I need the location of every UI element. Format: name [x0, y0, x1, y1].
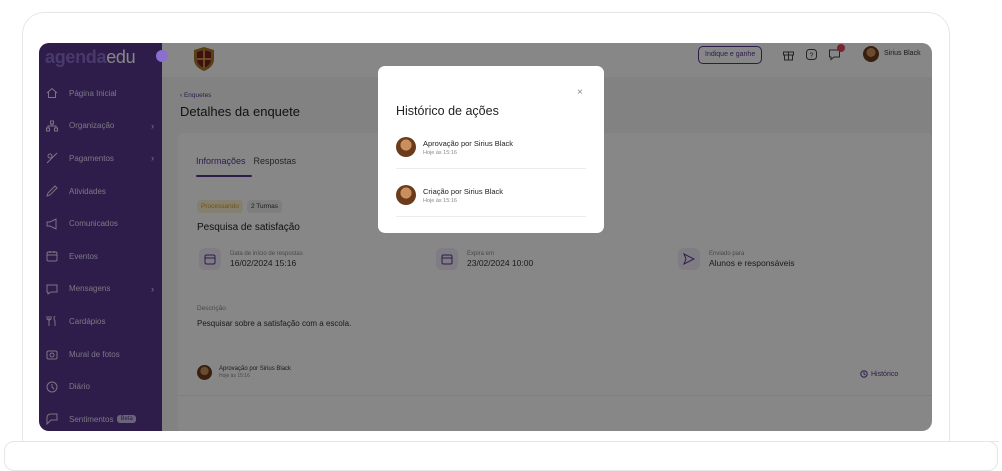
bottom-frame-bar — [4, 441, 999, 471]
history-item: Criação por Sirius Black Hoje às 15:16 — [396, 182, 588, 230]
app-screen: agendaedu Página Inicial Organização › P… — [39, 43, 932, 431]
history-item-time: Hoje às 15:16 — [423, 198, 457, 204]
sidebar-toggle-button[interactable] — [156, 50, 168, 62]
modal-title: Histórico de ações — [396, 104, 499, 118]
history-item-time: Hoje às 15:16 — [423, 150, 457, 156]
history-item: Aprovação por Sirius Black Hoje às 15:16 — [396, 134, 588, 182]
close-icon[interactable]: × — [577, 87, 583, 98]
divider — [396, 216, 586, 217]
history-item-title: Criação por Sirius Black — [423, 187, 504, 196]
history-item-title: Aprovação por Sirius Black — [423, 139, 514, 148]
bottom-frame-segment — [625, 441, 999, 446]
avatar — [396, 137, 416, 157]
divider — [396, 168, 586, 169]
avatar — [396, 185, 416, 205]
history-modal: × Histórico de ações Aprovação por Siriu… — [378, 66, 604, 233]
